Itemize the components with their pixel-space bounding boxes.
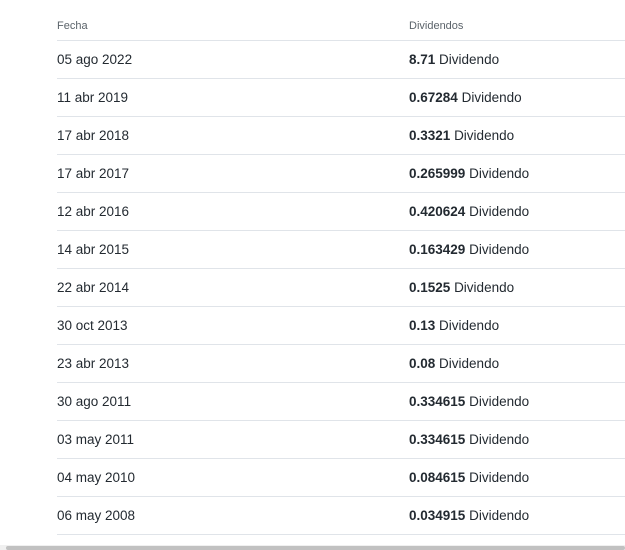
table-row: 04 may 2010 0.084615 Dividendo [57, 459, 625, 497]
row-date: 04 may 2010 [57, 470, 136, 485]
dividend-amount: 0.265999 [409, 166, 466, 181]
row-dividend: 0.163429 Dividendo [409, 242, 625, 257]
dividend-type: Dividendo [454, 128, 515, 143]
dividend-amount: 0.334615 [409, 432, 466, 447]
table-row: 23 abr 2013 0.08 Dividendo [57, 345, 625, 383]
row-dividend: 0.08 Dividendo [409, 356, 625, 371]
table-row: 06 may 2008 0.034915 Dividendo [57, 497, 625, 535]
row-dividend: 0.265999 Dividendo [409, 166, 625, 181]
row-dividend: 0.420624 Dividendo [409, 204, 625, 219]
dividend-type: Dividendo [439, 52, 500, 67]
dividend-amount: 8.71 [409, 52, 436, 67]
dividend-amount: 0.3321 [409, 128, 451, 143]
header-date: Fecha [57, 20, 88, 32]
header-dividends: Dividendos [409, 20, 464, 32]
dividend-amount: 0.163429 [409, 242, 466, 257]
horizontal-scrollbar[interactable] [0, 545, 625, 550]
row-dividend: 0.334615 Dividendo [409, 394, 625, 409]
dividend-type: Dividendo [461, 90, 522, 105]
row-date: 06 may 2008 [57, 508, 136, 523]
dividend-type: Dividendo [469, 394, 530, 409]
row-date: 11 abr 2019 [57, 90, 129, 105]
row-date: 23 abr 2013 [57, 356, 130, 371]
dividend-type: Dividendo [469, 166, 530, 181]
dividend-amount: 0.1525 [409, 280, 451, 295]
dividend-type: Dividendo [469, 470, 530, 485]
dividend-amount: 0.08 [409, 356, 436, 371]
table-body: 05 ago 2022 8.71 Dividendo 11 abr 2019 0.67… [57, 41, 625, 535]
dividend-type: Dividendo [469, 432, 530, 447]
dividend-type: Dividendo [439, 318, 500, 333]
row-date: 14 abr 2015 [57, 242, 130, 257]
dividend-type: Dividendo [439, 356, 500, 371]
scrollbar-thumb[interactable] [6, 546, 625, 550]
dividends-table: Fecha Dividendos 05 ago 2022 8.71 Dividen… [57, 12, 625, 535]
row-dividend: 0.67284 Dividendo [409, 90, 625, 105]
row-date: 05 ago 2022 [57, 52, 133, 67]
table-row: 22 abr 2014 0.1525 Dividendo [57, 269, 625, 307]
row-dividend: 0.334615 Dividendo [409, 432, 625, 447]
table-row: 14 abr 2015 0.163429 Dividendo [57, 231, 625, 269]
table-row: 30 ago 2011 0.334615 Dividendo [57, 383, 625, 421]
row-date: 30 oct 2013 [57, 318, 128, 333]
table-row: 05 ago 2022 8.71 Dividendo [57, 41, 625, 79]
row-date: 17 abr 2017 [57, 166, 130, 181]
dividend-amount: 0.420624 [409, 204, 466, 219]
row-dividend: 0.13 Dividendo [409, 318, 625, 333]
dividend-amount: 0.034915 [409, 508, 466, 523]
dividend-amount: 0.67284 [409, 90, 458, 105]
row-dividend: 8.71 Dividendo [409, 52, 625, 67]
row-date: 22 abr 2014 [57, 280, 130, 295]
row-date: 17 abr 2018 [57, 128, 130, 143]
row-dividend: 0.034915 Dividendo [409, 508, 625, 523]
table-row: 11 abr 2019 0.67284 Dividendo [57, 79, 625, 117]
table-header: Fecha Dividendos [57, 12, 625, 41]
row-date: 30 ago 2011 [57, 394, 132, 409]
dividend-type: Dividendo [469, 508, 530, 523]
dividend-type: Dividendo [454, 280, 515, 295]
row-dividend: 0.3321 Dividendo [409, 128, 625, 143]
dividend-type: Dividendo [469, 242, 530, 257]
table-row: 17 abr 2017 0.265999 Dividendo [57, 155, 625, 193]
table-row: 12 abr 2016 0.420624 Dividendo [57, 193, 625, 231]
table-row: 03 may 2011 0.334615 Dividendo [57, 421, 625, 459]
row-date: 03 may 2011 [57, 432, 135, 447]
page: Fecha Dividendos 05 ago 2022 8.71 Dividen… [0, 0, 625, 550]
dividend-type: Dividendo [469, 204, 530, 219]
dividend-amount: 0.334615 [409, 394, 466, 409]
table-row: 30 oct 2013 0.13 Dividendo [57, 307, 625, 345]
table-row: 17 abr 2018 0.3321 Dividendo [57, 117, 625, 155]
row-dividend: 0.1525 Dividendo [409, 280, 625, 295]
dividend-amount: 0.084615 [409, 470, 466, 485]
dividend-amount: 0.13 [409, 318, 436, 333]
row-date: 12 abr 2016 [57, 204, 130, 219]
row-dividend: 0.084615 Dividendo [409, 470, 625, 485]
